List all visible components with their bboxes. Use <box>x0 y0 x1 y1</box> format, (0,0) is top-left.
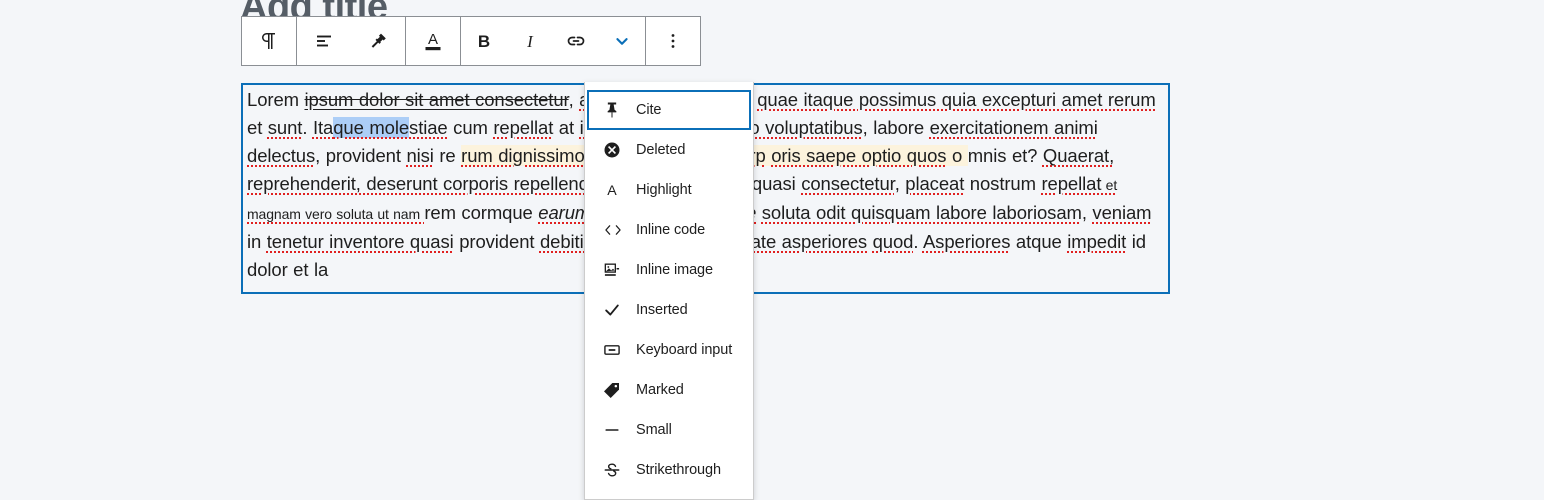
paragraph-run: ipsum dolor sit amet consectetur <box>304 89 569 110</box>
letter-a-icon: A <box>602 180 630 200</box>
paragraph-run: , <box>568 89 580 110</box>
tag-icon <box>602 380 630 400</box>
menu-item-label: Inserted <box>636 302 688 318</box>
menu-item-label: Inline image <box>636 262 713 278</box>
link-icon <box>564 29 588 53</box>
menu-item-label: Cite <box>636 102 662 118</box>
strikethrough-icon <box>602 460 630 480</box>
paragraph-run: o <box>946 145 968 166</box>
inline-image-icon <box>602 260 630 280</box>
menu-item-cite[interactable]: Cite <box>587 90 751 130</box>
menu-item-inline-image[interactable]: Inline image <box>587 250 751 290</box>
toolbar-group-block-options <box>646 17 700 65</box>
paragraph-run: atque <box>1010 231 1068 252</box>
paragraph-run: rem cor <box>424 202 487 223</box>
paragraph-run: Ita <box>312 117 334 138</box>
circle-x-icon <box>602 140 630 160</box>
paragraph-run: tenetur inventore quasi <box>266 231 454 252</box>
text-color-button[interactable]: A <box>406 17 460 65</box>
move-to-button[interactable] <box>351 17 405 65</box>
pin-tool-icon <box>366 29 390 53</box>
paragraph-run: que mole <box>333 117 410 138</box>
rich-text-formats-menu: Cite Deleted A Highlight Inline code Inline i… <box>584 82 754 500</box>
paragraph-run: quod <box>872 231 914 252</box>
align-text-button[interactable] <box>297 17 351 65</box>
paragraph-run: , labore <box>862 117 930 138</box>
menu-item-inserted[interactable]: Inserted <box>587 290 751 330</box>
paragraph-run: sunt <box>267 117 303 138</box>
paragraph-run: rum dignissimos <box>461 145 594 166</box>
pin-icon <box>602 100 630 120</box>
paragraph-run: placeat <box>905 173 965 194</box>
paragraph-run: quae itaque possimus quia excepturi amet… <box>757 89 1156 110</box>
paragraph-run: repellat <box>1041 173 1102 194</box>
align-left-icon <box>312 29 336 53</box>
italic-icon: I <box>518 29 542 53</box>
toolbar-group-block-type <box>242 17 297 65</box>
menu-item-highlight[interactable]: A Highlight <box>587 170 751 210</box>
toolbar-group-inline-formats: B I <box>461 17 646 65</box>
paragraph-run: soluta odit quisquam labore laboriosam <box>761 202 1082 223</box>
text-color-a-icon: A <box>421 28 445 54</box>
menu-item-small[interactable]: Small <box>587 410 751 450</box>
menu-item-label: Strikethrough <box>636 462 721 478</box>
chevron-down-icon <box>611 30 633 52</box>
bold-icon: B <box>472 29 496 53</box>
menu-item-marked[interactable]: Marked <box>587 370 751 410</box>
menu-item-label: Marked <box>636 382 684 398</box>
italic-button[interactable]: I <box>507 17 553 65</box>
toolbar-group-text-color: A <box>406 17 461 65</box>
paragraph-run: consectetur <box>801 173 895 194</box>
paragraph-run: in <box>247 231 267 252</box>
editor-canvas: Add title A B I Lorem ipsum dolor sit am… <box>0 0 1544 500</box>
link-button[interactable] <box>553 17 599 65</box>
paragraph-run: re <box>433 145 462 166</box>
toolbar-group-align-move <box>297 17 406 65</box>
block-toolbar: A B I <box>241 16 701 66</box>
paragraph-run: , <box>1081 202 1093 223</box>
paragraph-run: nisi <box>406 145 434 166</box>
svg-text:A: A <box>607 183 617 199</box>
bold-button[interactable]: B <box>461 17 507 65</box>
menu-item-inline-code[interactable]: Inline code <box>587 210 751 250</box>
paragraph-run: impedit <box>1067 231 1127 252</box>
paragraph-run: provident <box>453 231 540 252</box>
paragraph-run: , <box>894 173 906 194</box>
dash-icon <box>602 420 630 440</box>
paragraph-run: et <box>247 117 268 138</box>
menu-item-keyboard-input[interactable]: Keyboard input <box>587 330 751 370</box>
angle-brackets-icon <box>602 220 630 240</box>
menu-item-label: Highlight <box>636 182 692 198</box>
svg-text:A: A <box>428 31 438 48</box>
more-rich-text-controls-button[interactable] <box>599 17 645 65</box>
menu-item-label: Keyboard input <box>636 342 733 358</box>
paragraph-run: , provident <box>315 145 407 166</box>
paragraph-run: . <box>302 117 313 138</box>
paragraph-run: . <box>913 231 923 252</box>
paragraph-run: cum <box>447 117 494 138</box>
paragraph-run: mnis et? <box>967 145 1043 166</box>
paragraph-run: nostrum <box>964 173 1042 194</box>
paragraph-run: Asperiores <box>922 231 1011 252</box>
keyboard-icon <box>602 340 630 360</box>
paragraph-run: Lorem <box>247 89 305 110</box>
paragraph-run: at <box>553 117 580 138</box>
svg-text:B: B <box>478 32 490 51</box>
check-icon <box>602 300 630 320</box>
paragraph-run: stiae <box>409 117 448 138</box>
menu-item-label: Small <box>636 422 672 438</box>
menu-item-strikethrough[interactable]: Strikethrough <box>587 450 751 490</box>
paragraph-icon <box>257 29 281 53</box>
block-options-button[interactable] <box>646 17 700 65</box>
menu-item-deleted[interactable]: Deleted <box>587 130 751 170</box>
menu-item-label: Deleted <box>636 142 686 158</box>
paragraph-run: repellat <box>493 117 554 138</box>
paragraph-run: oris saepe optio quos <box>771 145 947 166</box>
menu-item-label: Inline code <box>636 222 706 238</box>
paragraph-run: mque <box>486 202 539 223</box>
paragraph-block-type-button[interactable] <box>242 17 296 65</box>
paragraph-run: veniam <box>1092 202 1152 223</box>
svg-text:I: I <box>526 32 534 51</box>
more-vertical-icon <box>661 29 685 53</box>
